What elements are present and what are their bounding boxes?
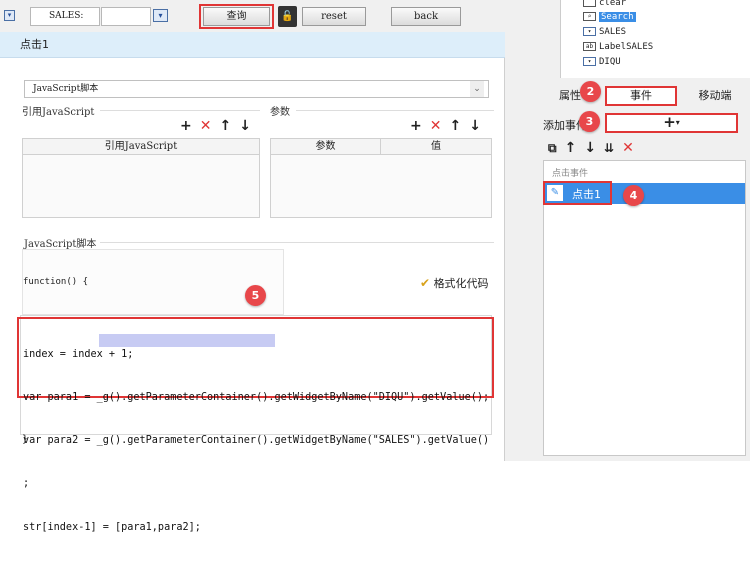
sales-dropdown-icon[interactable]: ▾ — [153, 9, 168, 22]
delete-icon[interactable]: ✕ — [622, 140, 634, 156]
closing-brace: } — [22, 434, 29, 445]
combo-arrow-icon[interactable]: ▾ — [4, 10, 15, 21]
back-button[interactable]: back — [391, 7, 461, 26]
delete-icon[interactable]: ✕ — [200, 118, 212, 134]
params-actions: + ✕ ↑ ↓ — [410, 118, 489, 134]
sales-field-label: SALES: — [30, 7, 100, 26]
arrow-down-icon[interactable]: ↓ — [469, 118, 481, 134]
selected-code-bg — [99, 334, 275, 347]
tree-item-clear[interactable]: clear — [583, 0, 626, 10]
params-column-header: 参数 — [271, 139, 381, 155]
ref-js-divider — [100, 110, 260, 111]
dialog-title: 点击1 — [0, 32, 505, 58]
step-badge-3: 3 — [579, 111, 600, 132]
tree-item-search[interactable]: ⌕ Search — [583, 11, 636, 24]
events-header: 点击事件 — [552, 169, 589, 179]
broom-icon: ✔ — [420, 276, 431, 290]
js-script-divider — [100, 242, 494, 243]
arrow-up-icon[interactable]: ↑ — [449, 118, 461, 134]
code-line-3: var para2 = _g().getParameterContainer()… — [23, 435, 490, 447]
button-icon — [583, 0, 596, 7]
event-item-highlight — [543, 181, 612, 205]
add-icon[interactable]: + — [410, 118, 422, 134]
arrow-up-icon[interactable]: ↑ — [219, 118, 231, 134]
add-icon: + — [663, 113, 676, 131]
code-line-2: var para1 = _g().getParameterContainer()… — [23, 334, 490, 405]
search-doc-icon: ⌕ — [583, 12, 596, 21]
move-to-bottom-icon[interactable]: ⇊ — [604, 141, 614, 155]
step-badge-2: 2 — [580, 81, 601, 102]
add-event-button[interactable]: +▾ — [605, 113, 738, 133]
code-content: index = index + 1; var para1 = _g().getP… — [23, 319, 489, 564]
add-icon[interactable]: + — [180, 118, 192, 134]
code-line-2-text: var para1 = _g().getParameterContainer()… — [23, 392, 490, 404]
arrow-up-icon[interactable]: ↑ — [565, 140, 577, 156]
params-label: 参数 — [270, 107, 290, 118]
lock-icon[interactable]: 🔓 — [278, 6, 297, 27]
arrow-down-icon[interactable]: ↓ — [584, 140, 596, 156]
tree-item-label: DIQU — [599, 57, 621, 67]
script-type-value: JavaScript脚本 — [33, 84, 99, 94]
combo-icon: ▾ — [583, 27, 596, 36]
toolbar: ▾ SALES: ▾ 查询 🔓 reset back — [0, 0, 505, 32]
value-column-header: 值 — [381, 139, 491, 155]
chevron-down-icon: ⌄ — [470, 81, 484, 97]
sales-input[interactable] — [101, 7, 151, 26]
code-line-4: ; — [23, 478, 30, 490]
combo-icon: ▾ — [583, 57, 596, 66]
code-line-5: str[index-1] = [para1,para2]; — [23, 521, 201, 533]
copy-icon[interactable]: ⧉ — [548, 141, 557, 156]
params-header-row: 参数 值 — [271, 139, 491, 155]
tree-item-label: Search — [599, 12, 636, 22]
params-divider — [296, 110, 494, 111]
ref-js-table[interactable]: 引用JavaScript — [22, 138, 260, 218]
delete-icon[interactable]: ✕ — [430, 118, 442, 134]
ref-js-label: 引用JavaScript — [22, 107, 95, 118]
tree-item-sales[interactable]: ▾ SALES — [583, 26, 626, 39]
params-table[interactable]: 参数 值 — [270, 138, 492, 218]
format-code-label: 格式化代码 — [433, 277, 489, 290]
tab-mobile[interactable]: 移动端 — [685, 86, 745, 106]
query-button-highlight — [199, 4, 274, 29]
event-dialog: 点击1 JavaScript脚本 ⌄ 引用JavaScript 参数 + ✕ ↑ ↓ … — [0, 32, 505, 533]
reset-button[interactable]: reset — [302, 7, 366, 26]
label-icon: ab — [583, 42, 596, 51]
tree-item-diqu[interactable]: ▾ DIQU — [583, 56, 621, 69]
code-line-1: index = index + 1; — [23, 348, 134, 360]
ref-js-actions: + ✕ ↑ ↓ — [180, 118, 259, 134]
tab-events[interactable]: 事件 — [605, 86, 677, 106]
step-badge-5: 5 — [245, 285, 266, 306]
ref-js-column-header: 引用JavaScript — [23, 139, 259, 155]
tree-item-label: clear — [599, 0, 627, 8]
script-type-select[interactable]: JavaScript脚本 ⌄ — [24, 80, 489, 98]
js-script-label: JavaScript脚本 — [24, 239, 97, 250]
events-actions: ⧉ ↑ ↓ ⇊ ✕ — [548, 140, 642, 156]
step-badge-4: 4 — [623, 185, 644, 206]
tree-item-label: SALES — [599, 27, 627, 37]
tree-item-label: LabelSALES — [599, 42, 654, 52]
tree-item-labelsales[interactable]: ab LabelSALES — [583, 41, 653, 54]
chevron-down-icon: ▾ — [675, 118, 680, 127]
function-signature: function() { — [23, 277, 89, 287]
arrow-down-icon[interactable]: ↓ — [239, 118, 251, 134]
format-code-button[interactable]: ✔ 格式化代码 — [420, 275, 489, 291]
